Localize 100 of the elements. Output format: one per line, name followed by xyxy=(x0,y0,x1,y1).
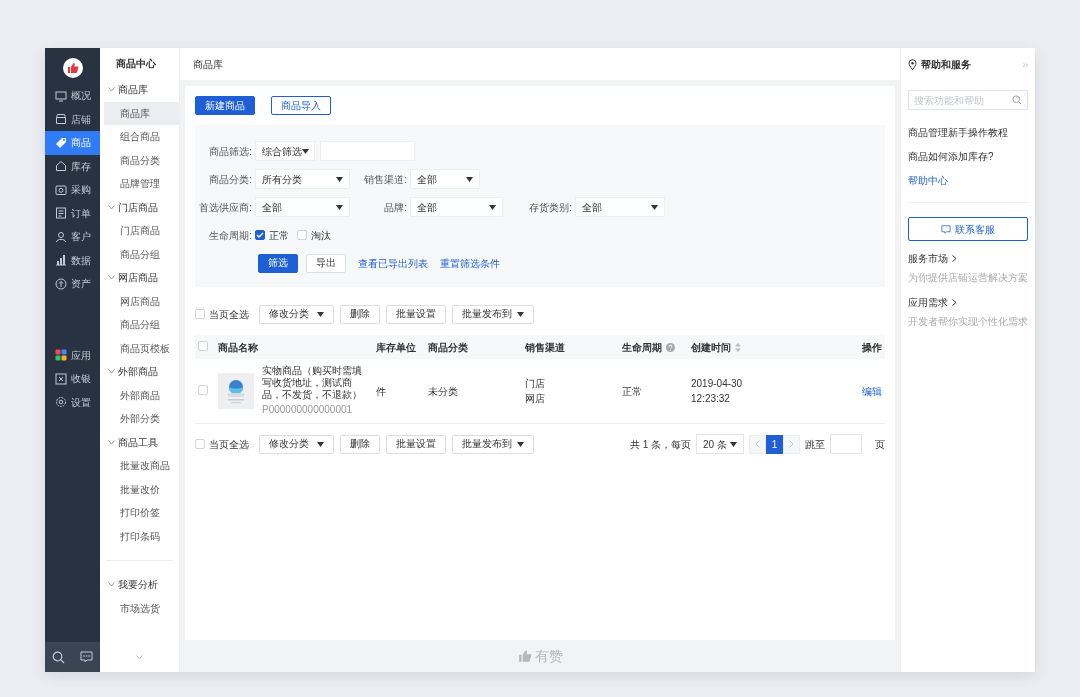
dropdown-button[interactable]: 修改分类 xyxy=(259,304,334,324)
checkbox[interactable] xyxy=(255,230,265,240)
select-field[interactable]: 全部 xyxy=(255,197,350,217)
checkbox-label: 正常 xyxy=(269,228,289,243)
toolbar-button[interactable]: 新建商品 xyxy=(195,96,255,115)
caret-icon xyxy=(489,204,496,210)
caret-icon xyxy=(730,441,737,447)
breadcrumb: 商品库 xyxy=(180,48,900,80)
caret-icon xyxy=(517,441,524,447)
field-label: 生命周期: xyxy=(208,228,253,243)
select-field[interactable]: 全部 xyxy=(410,169,480,189)
nav-item[interactable]: 订单 xyxy=(45,201,100,225)
section-description: 开发者帮你实现个性化需求 xyxy=(908,315,1028,329)
menu-group[interactable]: 我要分析 xyxy=(100,573,179,597)
caret-icon xyxy=(466,176,473,182)
nav-item[interactable]: 收银 xyxy=(45,367,100,391)
filter-button[interactable]: 筛选 xyxy=(258,253,298,273)
nav-item[interactable]: 资产 xyxy=(45,272,100,296)
menu-item[interactable]: 门店商品 xyxy=(104,219,179,243)
logo[interactable] xyxy=(62,58,83,78)
menu-item[interactable]: 网店商品 xyxy=(104,289,179,313)
menu-item[interactable]: 商品分组 xyxy=(104,313,179,337)
menu-item[interactable]: 商品页模板 xyxy=(104,336,179,360)
nav-item[interactable]: 设置 xyxy=(45,390,100,414)
link[interactable]: 查看已导出列表 xyxy=(358,255,428,271)
menu-group[interactable]: 商品库 xyxy=(100,78,179,102)
link[interactable]: 重置筛选条件 xyxy=(440,255,500,271)
caret-icon xyxy=(336,176,343,182)
nav-item[interactable]: 数据 xyxy=(45,248,100,272)
field-label: 销售渠道: xyxy=(363,172,408,187)
thumbs-up-icon xyxy=(66,62,79,74)
section-title[interactable]: 服务市场 xyxy=(908,251,948,266)
select-field[interactable]: 综合筛选 xyxy=(255,141,315,161)
nav-item[interactable]: 店铺 xyxy=(45,107,100,131)
panel-title: 帮助和服务 xyxy=(921,57,971,72)
menu-item[interactable]: 打印条码 xyxy=(104,524,179,548)
nav-item[interactable]: 库存 xyxy=(45,154,100,178)
toolbar-button[interactable]: 商品导入 xyxy=(271,96,331,115)
jump-label: 跳至 xyxy=(805,437,825,452)
menu-item[interactable]: 商品分组 xyxy=(104,242,179,266)
menu-item[interactable]: 品牌管理 xyxy=(104,172,179,196)
help-article[interactable]: 商品管理新手操作教程 xyxy=(908,125,1028,140)
edit-link[interactable]: 编辑 xyxy=(862,385,882,397)
section-title[interactable]: 应用需求 xyxy=(908,295,948,310)
chevron-down-icon xyxy=(108,275,115,281)
thumbs-up-icon xyxy=(517,649,532,663)
nav-item[interactable]: 商品 xyxy=(45,131,100,155)
menu-item[interactable]: 商品库 xyxy=(104,101,179,125)
nav-item[interactable]: 客户 xyxy=(45,225,100,249)
action-button[interactable]: 删除 xyxy=(340,304,380,324)
nav-item[interactable]: 概况 xyxy=(45,84,100,108)
nav-item[interactable]: 应用 xyxy=(45,343,100,367)
chevron-down-icon xyxy=(136,654,143,660)
menu-group[interactable]: 门店商品 xyxy=(100,195,179,219)
chevron-down-icon xyxy=(108,87,115,93)
caret-icon xyxy=(317,441,324,447)
menu-group[interactable]: 外部商品 xyxy=(100,360,179,384)
menu-item[interactable]: 打印价签 xyxy=(104,501,179,525)
caret-icon xyxy=(336,204,343,210)
chat-icon xyxy=(79,651,93,663)
menu-group[interactable]: 网店商品 xyxy=(100,266,179,290)
select-field[interactable]: 全部 xyxy=(575,197,665,217)
page-input[interactable] xyxy=(830,434,862,454)
menu-title: 商品中心 xyxy=(115,56,157,71)
menu-item[interactable]: 外部商品 xyxy=(104,383,179,407)
nav-item[interactable]: 采购 xyxy=(45,178,100,202)
menu-item[interactable]: 批量改价 xyxy=(104,477,179,501)
caret-icon xyxy=(517,311,524,317)
help-link[interactable]: 帮助中心 xyxy=(908,173,1028,188)
contact-button[interactable]: 联系客服 xyxy=(908,217,1028,241)
monitor-icon xyxy=(55,89,67,102)
menu-item[interactable]: 批量改商品 xyxy=(104,454,179,478)
table-cell-text: 12:23:32 xyxy=(691,392,731,406)
select-field[interactable]: 所有分类 xyxy=(255,169,350,189)
page-size-select[interactable]: 20 条 xyxy=(696,434,744,454)
page-button[interactable]: 1 xyxy=(766,434,783,454)
chat-icon xyxy=(941,224,951,234)
menu-group[interactable]: 商品工具 xyxy=(100,430,179,454)
checkbox-label: 当页全选 xyxy=(209,307,249,322)
menu-item[interactable]: 商品分类 xyxy=(104,148,179,172)
caret-icon xyxy=(317,311,324,317)
action-button[interactable]: 批量设置 xyxy=(386,434,446,454)
cashier-icon xyxy=(55,372,67,385)
menu-item[interactable]: 外部分类 xyxy=(104,407,179,431)
menu-item[interactable]: 组合商品 xyxy=(104,125,179,149)
action-button[interactable]: 删除 xyxy=(340,434,380,454)
table-cell: 未分类 xyxy=(425,359,522,424)
product-code: P000000000000001 xyxy=(262,403,354,417)
dropdown-button[interactable]: 批量发布到 xyxy=(452,434,534,454)
select-field[interactable]: 全部 xyxy=(410,197,503,217)
coin-icon xyxy=(55,277,67,290)
dropdown-button[interactable]: 批量发布到 xyxy=(452,304,534,324)
action-button[interactable]: 批量设置 xyxy=(386,304,446,324)
chevron-down-icon xyxy=(108,582,115,588)
pagination-summary: 共 1 条，每页 xyxy=(629,437,691,452)
checkbox-label: 淘汰 xyxy=(311,228,331,243)
help-article[interactable]: 商品如何添加库存? xyxy=(908,149,1028,164)
filter-button[interactable]: 导出 xyxy=(306,253,346,273)
menu-item[interactable]: 市场选货 xyxy=(104,596,179,620)
dropdown-button[interactable]: 修改分类 xyxy=(259,434,334,454)
